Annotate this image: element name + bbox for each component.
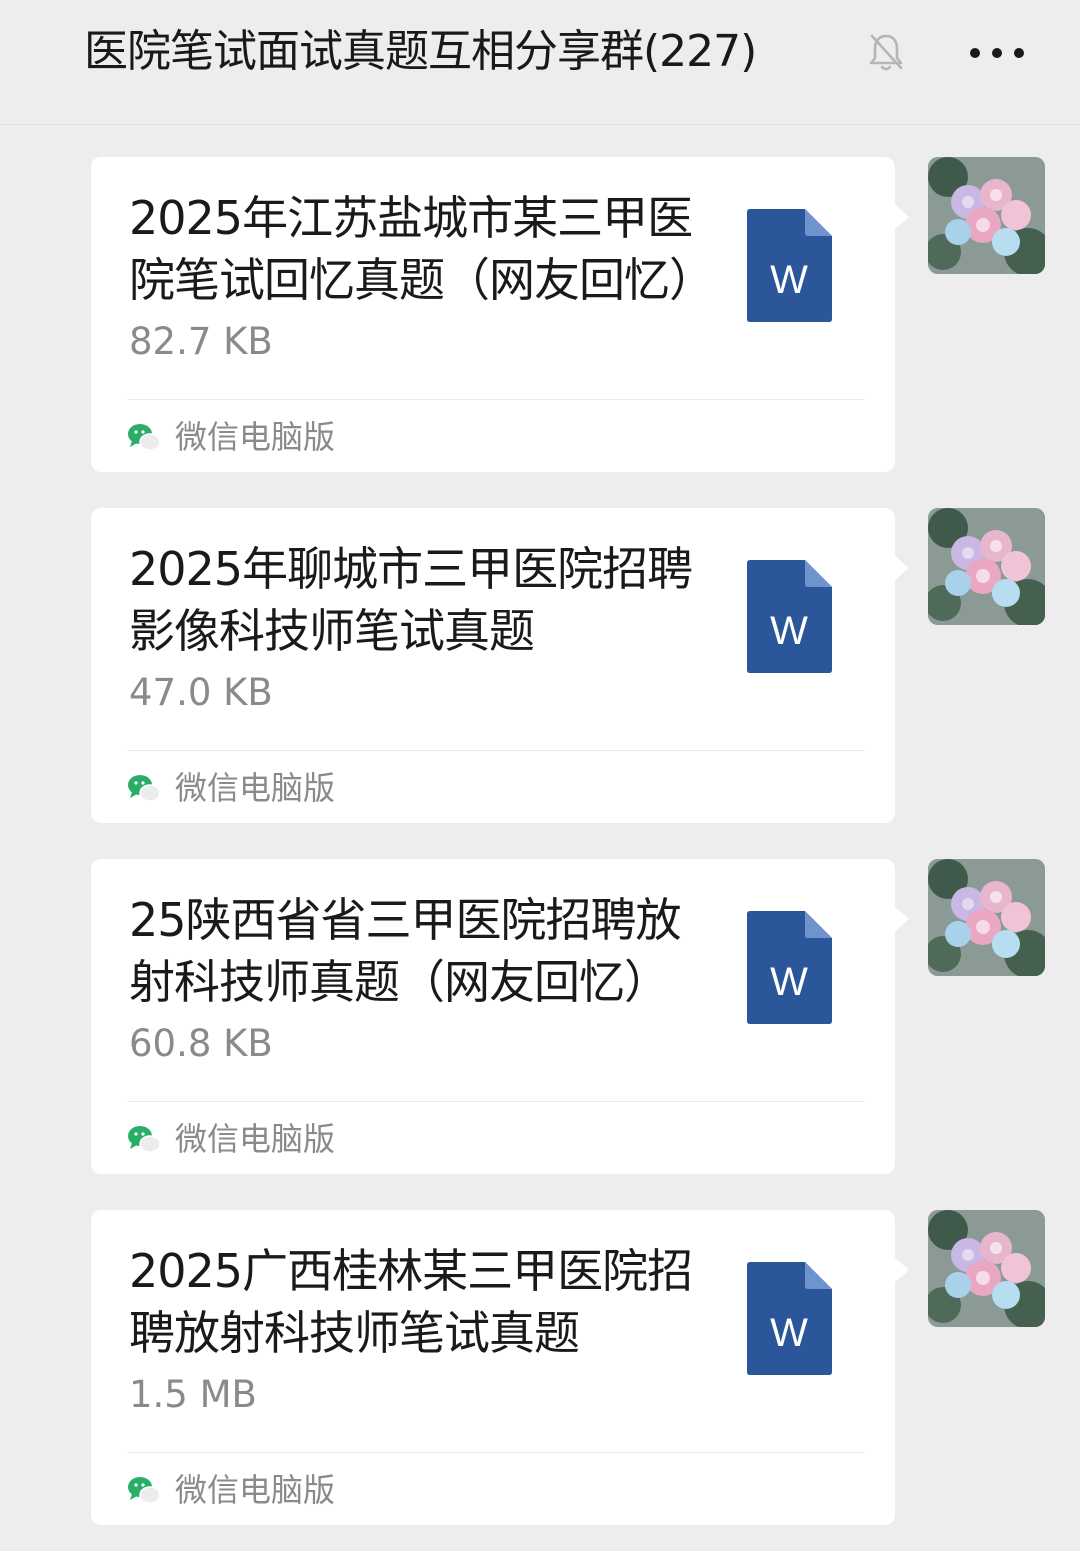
file-name: 25陕西省省三甲医院招聘放射科技师真题（网友回忆） — [129, 893, 682, 1009]
bell-slash-icon — [869, 34, 903, 71]
source-label: 微信电脑版 — [175, 418, 336, 456]
avatar[interactable] — [928, 157, 1045, 274]
source-label: 微信电脑版 — [175, 1120, 336, 1158]
chat-header: 医院笔试面试真题互相分享群(227) — [0, 0, 1080, 125]
avatar[interactable] — [928, 859, 1045, 976]
svg-text:W: W — [770, 1311, 808, 1355]
avatar[interactable] — [928, 1210, 1045, 1327]
word-document-icon: W — [747, 1262, 832, 1375]
svg-text:W: W — [770, 258, 808, 302]
file-card[interactable]: 2025年江苏盐城市某三甲医院笔试回忆真题（网友回忆） 82.7 KB W 微信… — [91, 157, 895, 472]
message-row: 2025广西桂林某三甲医院招聘放射科技师笔试真题 1.5 MB W 微信电脑版 — [0, 1210, 1080, 1530]
file-name: 2025广西桂林某三甲医院招聘放射科技师笔试真题 — [129, 1244, 693, 1360]
flower-bouquet-avatar — [928, 859, 1045, 976]
source-label: 微信电脑版 — [175, 1471, 336, 1509]
bubble-arrow — [893, 554, 909, 582]
source-row: 微信电脑版 — [127, 415, 335, 459]
avatar[interactable] — [928, 508, 1045, 625]
flower-bouquet-avatar — [928, 1210, 1045, 1327]
bubble-arrow — [893, 905, 909, 933]
wechat-icon — [128, 1477, 161, 1504]
file-card[interactable]: 2025年聊城市三甲医院招聘影像科技师笔试真题 47.0 KB W 微信电脑版 — [91, 508, 895, 823]
word-document-icon: W — [747, 911, 832, 1024]
divider — [127, 399, 865, 400]
svg-text:W: W — [770, 609, 808, 653]
file-card[interactable]: 25陕西省省三甲医院招聘放射科技师真题（网友回忆） 60.8 KB W 微信电脑… — [91, 859, 895, 1174]
svg-text:W: W — [770, 960, 808, 1004]
source-label: 微信电脑版 — [175, 769, 336, 807]
file-size: 47.0 KB — [129, 671, 273, 714]
more-dots-icon[interactable] — [966, 36, 1028, 70]
divider — [127, 750, 865, 751]
word-document-icon: W — [747, 560, 832, 673]
wechat-icon — [128, 424, 161, 451]
file-name: 2025年聊城市三甲医院招聘影像科技师笔试真题 — [129, 542, 693, 658]
message-row: 2025年江苏盐城市某三甲医院笔试回忆真题（网友回忆） 82.7 KB W 微信… — [0, 157, 1080, 477]
flower-bouquet-avatar — [928, 508, 1045, 625]
divider — [127, 1452, 865, 1453]
word-document-icon: W — [747, 209, 832, 322]
bubble-arrow — [893, 1256, 909, 1284]
source-row: 微信电脑版 — [127, 1117, 335, 1161]
chat-title[interactable]: 医院笔试面试真题互相分享群(227) — [84, 22, 757, 82]
file-size: 82.7 KB — [129, 320, 273, 363]
message-row: 25陕西省省三甲医院招聘放射科技师真题（网友回忆） 60.8 KB W 微信电脑… — [0, 859, 1080, 1179]
file-size: 60.8 KB — [129, 1022, 273, 1065]
wechat-icon — [128, 775, 161, 802]
file-card[interactable]: 2025广西桂林某三甲医院招聘放射科技师笔试真题 1.5 MB W 微信电脑版 — [91, 1210, 895, 1525]
divider — [127, 1101, 865, 1102]
file-name: 2025年江苏盐城市某三甲医院笔试回忆真题（网友回忆） — [129, 191, 699, 307]
message-row: 2025年聊城市三甲医院招聘影像科技师笔试真题 47.0 KB W 微信电脑版 — [0, 508, 1080, 828]
flower-bouquet-avatar — [928, 157, 1045, 274]
source-row: 微信电脑版 — [127, 766, 335, 810]
bubble-arrow — [893, 203, 909, 231]
file-size: 1.5 MB — [129, 1373, 257, 1416]
source-row: 微信电脑版 — [127, 1468, 335, 1512]
wechat-icon — [128, 1126, 161, 1153]
